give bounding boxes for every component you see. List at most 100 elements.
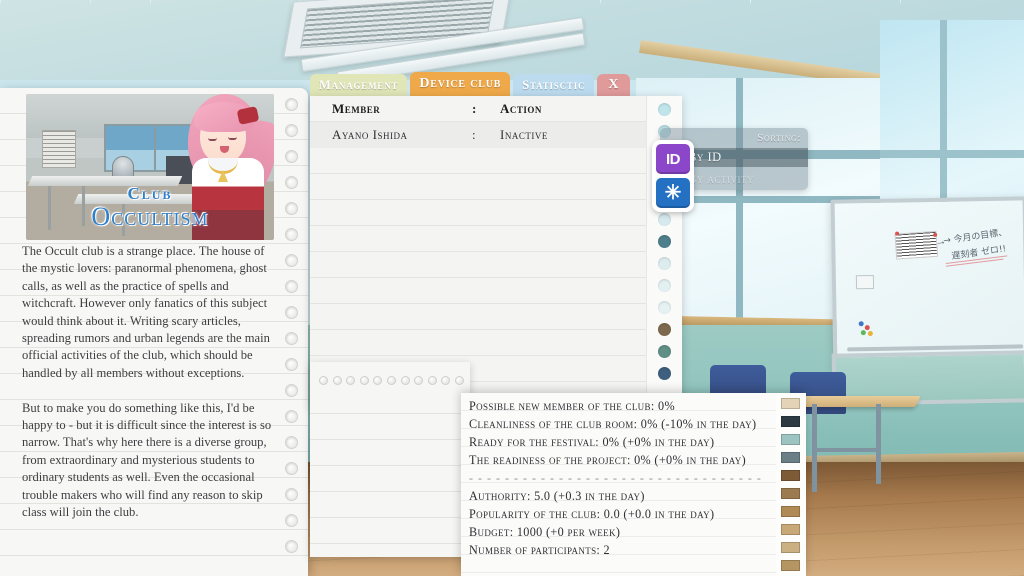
stat-line-bottom: Popularity of the club: 0.0 (+0.0 in the…	[469, 507, 715, 521]
stat-line-top: The readiness of the project: 0% (+0% in…	[469, 453, 747, 467]
thumbnail-swatch[interactable]	[781, 398, 800, 409]
binder-ring	[285, 176, 298, 189]
notepad-ring	[387, 376, 396, 385]
notepad-lines	[310, 388, 470, 557]
binder-ring	[285, 410, 298, 423]
stat-line-top: Possible new member of the club: 0%	[469, 399, 675, 413]
notepad-ring	[373, 376, 383, 385]
thumbnail-swatch[interactable]	[781, 488, 800, 499]
notepad-ring	[427, 376, 437, 385]
calendar-poster	[894, 230, 939, 260]
notepad-ring	[359, 376, 369, 385]
binder-ring	[285, 228, 298, 241]
banner-blackboard	[42, 130, 76, 168]
banner-table-1	[27, 176, 183, 186]
status-dot[interactable]	[658, 235, 671, 248]
binder-ring	[285, 358, 298, 371]
binder-ring	[285, 150, 298, 163]
binder-rings	[278, 88, 304, 576]
binder-ring	[285, 488, 298, 501]
whiteboard-eraser	[855, 274, 875, 290]
binder-ring	[285, 514, 298, 527]
table-header-row-separator: :	[472, 101, 477, 116]
asterisk-icon-glyph: ✳	[664, 182, 682, 204]
club-banner-image	[26, 94, 274, 240]
binder-ring	[285, 280, 298, 293]
thumbnail-swatch-column[interactable]	[776, 393, 806, 576]
tab-device-club[interactable]: Device club	[410, 72, 511, 96]
thumbnail-swatch[interactable]	[781, 506, 800, 517]
table-row-separator: :	[472, 127, 477, 142]
club-description-p2: But to make you do something like this, …	[22, 400, 272, 520]
status-dot[interactable]	[658, 323, 671, 336]
right-window-frame-h	[880, 150, 1024, 158]
window-mullion-v	[736, 78, 743, 326]
club-description: The Occult club is a strange place. The …	[22, 243, 274, 539]
desk-leg-2	[876, 404, 881, 484]
whiteboard: → → 今月の目標、 遅刻者 ゼロ!!	[830, 196, 1024, 372]
table-header-row-member: Member	[332, 101, 381, 116]
binder-ring	[285, 124, 298, 137]
id-icon-glyph: ID	[666, 150, 681, 168]
table-header-row: Member: Action	[310, 96, 682, 122]
thumbnail-swatch[interactable]	[781, 560, 800, 571]
status-dot[interactable]	[658, 279, 671, 292]
status-dot[interactable]	[658, 103, 671, 116]
tab-statisctic-label: Statisctic	[522, 77, 586, 92]
member-window: Management Device club Statisctic X Member:…	[310, 72, 682, 408]
id-icon[interactable]: ID	[656, 144, 690, 174]
binder-ring	[285, 98, 298, 111]
binder-ring	[285, 540, 298, 553]
thumbnail-swatch[interactable]	[781, 470, 800, 481]
tab-close-label: X	[608, 77, 620, 92]
status-dot[interactable]	[658, 213, 671, 226]
notepad-ring	[400, 376, 410, 385]
tab-bar: Management Device club Statisctic X	[310, 72, 682, 96]
tab-management[interactable]: Management	[310, 74, 408, 96]
stat-line-bottom: Authority: 5.0 (+0.3 in the day)	[469, 489, 645, 503]
club-info-panel: Club Occultism The Occult club is a stra…	[0, 88, 308, 576]
notepad-ring	[455, 376, 464, 385]
notepad-ring	[319, 376, 328, 385]
tab-statisctic[interactable]: Statisctic	[513, 74, 595, 96]
desk-rail	[812, 448, 878, 452]
notepad-ring	[441, 376, 451, 385]
asterisk-icon[interactable]: ✳	[656, 178, 690, 208]
stat-line-bottom: Number of participants: 2	[469, 543, 610, 557]
notepad-panel[interactable]	[310, 362, 470, 557]
status-dot[interactable]	[658, 257, 671, 270]
thumbnail-swatch[interactable]	[781, 434, 800, 445]
binder-ring	[285, 436, 298, 449]
sort-icon-stack: ID ✳	[652, 140, 694, 212]
notepad-ring	[414, 376, 424, 385]
thumbnail-swatch[interactable]	[781, 542, 800, 553]
stat-line-bottom: Budget: 1000 (+0 per week)	[469, 525, 621, 539]
club-character-illustration	[176, 94, 274, 240]
table-row-member: Ayano Ishida	[332, 127, 408, 142]
notepad-ring	[332, 376, 342, 385]
tab-device-club-label: Device club	[419, 76, 502, 91]
tab-management-label: Management	[319, 77, 399, 92]
binder-ring	[285, 384, 298, 397]
notepad-ring	[346, 376, 356, 385]
stat-line-top: Ready for the festival: 0% (+0% in the d…	[469, 435, 715, 449]
binder-ring	[285, 306, 298, 319]
table-row[interactable]: Ayano Ishida: Inactive	[310, 122, 682, 148]
status-dot[interactable]	[658, 345, 671, 358]
status-dot[interactable]	[658, 301, 671, 314]
status-dot[interactable]	[658, 367, 671, 380]
thumbnail-swatch[interactable]	[781, 416, 800, 427]
stats-list: Possible new member of the club: 0% Clean…	[461, 393, 806, 559]
sort-option-by-activity-label: By activity	[688, 172, 754, 186]
binder-ring	[285, 462, 298, 475]
binder-ring	[285, 254, 298, 267]
member-table: Member: Action Ayano Ishida: Inactive	[310, 96, 682, 148]
tab-close[interactable]: X	[597, 74, 631, 96]
club-description-p1: The Occult club is a strange place. The …	[22, 244, 270, 380]
thumbnail-swatch[interactable]	[781, 524, 800, 535]
binder-ring	[285, 202, 298, 215]
binder-ring	[285, 332, 298, 345]
thumbnail-swatch[interactable]	[781, 452, 800, 463]
sorting-title: Sorting:	[757, 132, 801, 144]
club-stats-panel: Possible new member of the club: 0% Clean…	[461, 393, 806, 576]
